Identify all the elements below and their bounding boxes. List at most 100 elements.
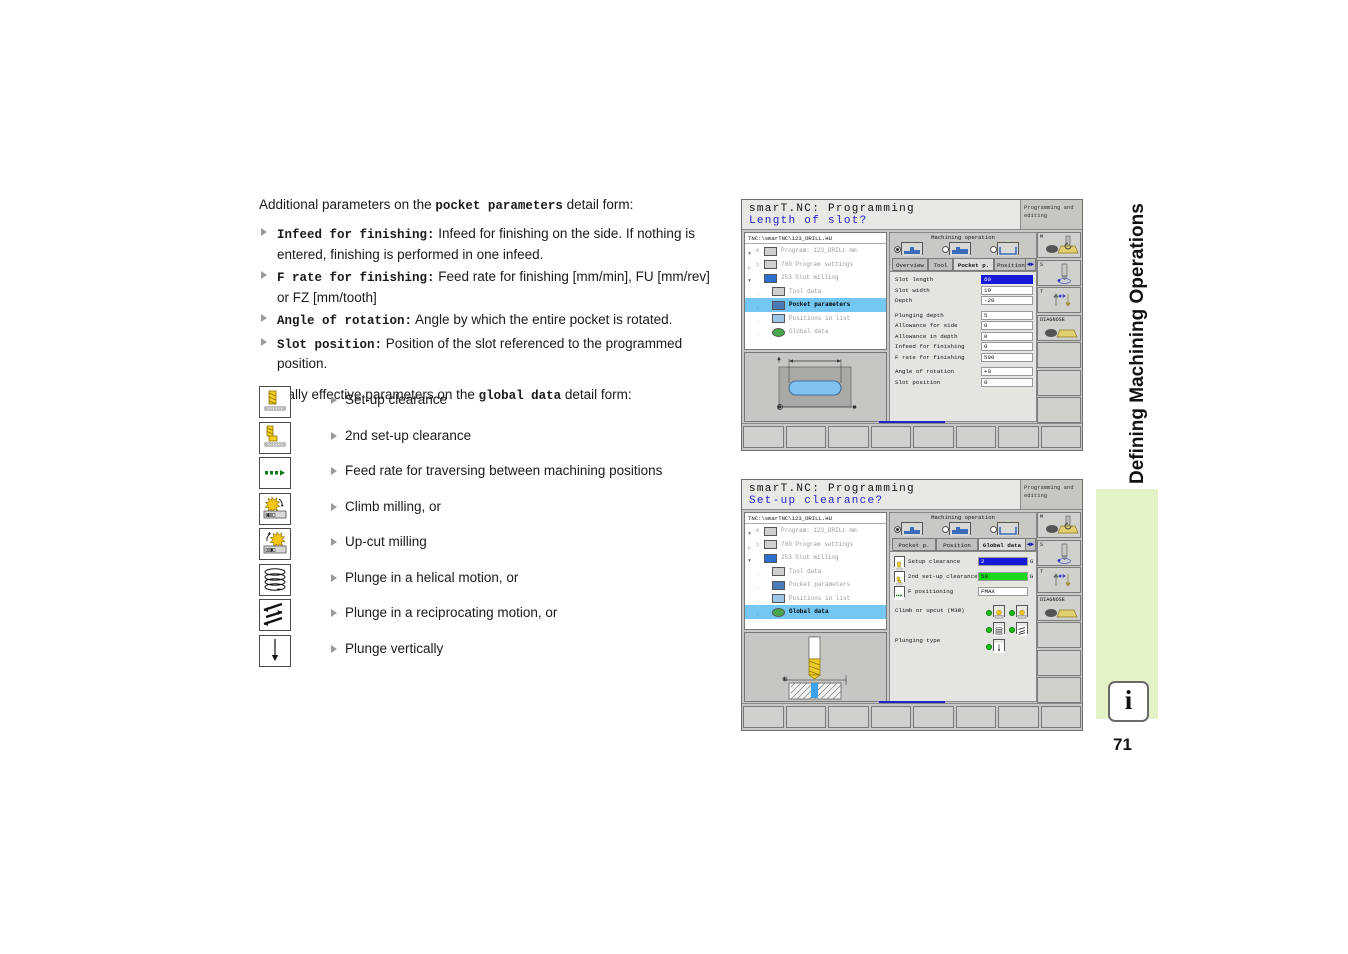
- field-value[interactable]: 50: [978, 571, 1028, 581]
- softkey-bottom-3[interactable]: [828, 706, 869, 728]
- field-value[interactable]: 0: [981, 331, 1033, 341]
- tab-global-data[interactable]: Global data: [978, 538, 1026, 551]
- softkey-t[interactable]: T: [1037, 287, 1081, 313]
- softkey-bottom-6[interactable]: [955, 706, 996, 728]
- field-slot-width[interactable]: Slot width 10: [892, 285, 1034, 297]
- radio-roughing[interactable]: [894, 246, 901, 253]
- radio-finishing[interactable]: [990, 246, 997, 253]
- field-allowance-for-side[interactable]: Allowance for side 0: [892, 321, 1034, 332]
- softkey-empty-1[interactable]: [1037, 622, 1081, 648]
- tab-scroll-arrows-icon[interactable]: ◄►: [1025, 538, 1036, 551]
- radio-helical-plunge[interactable]: [986, 627, 992, 633]
- radio-roughing-finishing[interactable]: [942, 526, 949, 533]
- field-f-rate-for-finishing[interactable]: F rate for finishing 500: [892, 352, 1034, 364]
- field-value[interactable]: 0: [981, 321, 1033, 330]
- softkey-bottom-2[interactable]: [785, 706, 826, 728]
- softkey-bottom-5[interactable]: [913, 706, 954, 728]
- tree-row-pocket-parameters[interactable]: · Pocket parameters: [745, 298, 886, 312]
- tree-row-tool-data[interactable]: · Tool data: [745, 565, 886, 579]
- tab-overview[interactable]: Overview: [892, 258, 928, 271]
- field-slot-position[interactable]: Slot position 0: [892, 377, 1034, 389]
- tab-scroll-arrows-icon[interactable]: ◄►: [1025, 258, 1036, 271]
- softkey-empty-2[interactable]: [1037, 369, 1081, 396]
- softkey-s[interactable]: S: [1037, 259, 1081, 286]
- softkey-empty-3[interactable]: [1037, 397, 1081, 423]
- tree-row-slot-milling[interactable]: ▼ 253 Slot milling: [745, 551, 886, 565]
- softkey-bottom-2[interactable]: [785, 426, 826, 448]
- field-value[interactable]: 5: [981, 310, 1033, 320]
- softkey-bottom-4[interactable]: [870, 706, 911, 728]
- softkey-diagnose[interactable]: DIAGNOSE: [1037, 314, 1081, 341]
- softkey-bottom-5[interactable]: [913, 426, 954, 448]
- field-plunging-depth[interactable]: Plunging depth 5: [892, 310, 1034, 322]
- tree-row-slot-milling[interactable]: ▼ 253 Slot milling: [745, 271, 886, 285]
- softkey-m[interactable]: M: [1037, 512, 1081, 538]
- plunging-type-options-row2[interactable]: [986, 639, 1034, 653]
- tree-row-program[interactable]: ▼ 0 Program: 123_DRILL mm: [745, 244, 886, 258]
- radio-vertical-plunge[interactable]: [986, 644, 992, 650]
- field-value[interactable]: 2: [978, 556, 1028, 566]
- softkey-bottom-8[interactable]: [1040, 706, 1081, 728]
- tree-row-program-settings[interactable]: ▷ 1 700 Program settings: [745, 538, 886, 552]
- machining-operation-selector[interactable]: Machining operation: [889, 232, 1037, 258]
- tree-row-program-settings[interactable]: ▷ 1 700 Program settings: [745, 258, 886, 272]
- tab-tool[interactable]: Tool: [928, 258, 953, 271]
- radio-climb-milling[interactable]: [986, 610, 992, 616]
- tab-pocket-parameters[interactable]: Pocket p.: [953, 258, 994, 271]
- detail-form-tabs[interactable]: Pocket p. Position Global data ◄►: [889, 538, 1037, 551]
- radio-roughing[interactable]: [894, 526, 901, 533]
- upcut-milling-icon[interactable]: [1016, 605, 1028, 619]
- tree-row-global-data[interactable]: · Global data: [745, 325, 886, 339]
- tree-row-positions-in-list[interactable]: · Positions in list: [745, 312, 886, 326]
- tab-pocket-parameters[interactable]: Pocket p.: [892, 538, 936, 551]
- softkey-bottom-3[interactable]: [828, 426, 869, 448]
- machining-option-1[interactable]: [894, 522, 926, 536]
- softkey-empty-1[interactable]: [1037, 342, 1081, 368]
- field-depth[interactable]: Depth -20: [892, 296, 1034, 307]
- radio-upcut-milling[interactable]: [1009, 610, 1015, 616]
- machining-option-2[interactable]: [942, 242, 974, 256]
- field-slot-length[interactable]: Slot length 60: [892, 275, 1034, 286]
- tree-row-pocket-parameters[interactable]: · Pocket parameters: [745, 578, 886, 592]
- field-value[interactable]: 500: [981, 352, 1033, 362]
- field-angle-of-rotation[interactable]: Angle of rotation +0: [892, 367, 1034, 378]
- reciprocating-plunge-icon[interactable]: [1016, 622, 1028, 636]
- field-value[interactable]: +0: [981, 367, 1033, 376]
- program-tree[interactable]: TNC:\smarTNC\123_DRILL.HU ▼ 0 Program: 123…: [744, 512, 887, 630]
- field-value[interactable]: FMAX: [978, 586, 1028, 596]
- field-value[interactable]: 10: [981, 285, 1033, 295]
- field-allowance-in-depth[interactable]: Allowance in depth 0: [892, 331, 1034, 343]
- field-value[interactable]: 0: [981, 342, 1033, 351]
- field-2nd-setup-clearance[interactable]: 2nd set-up clearance 50 G: [892, 570, 1034, 585]
- field-value[interactable]: 0: [981, 377, 1033, 387]
- softkey-empty-3[interactable]: [1037, 677, 1081, 703]
- tree-row-program[interactable]: ▼ 0 Program: 123_DRILL mm: [745, 524, 886, 538]
- radio-roughing-finishing[interactable]: [942, 246, 949, 253]
- vertical-plunge-icon[interactable]: [993, 639, 1005, 653]
- plunging-type-options-row1[interactable]: [986, 622, 1034, 636]
- tab-position[interactable]: Position: [936, 538, 978, 551]
- field-setup-clearance[interactable]: Setup clearance 2 G: [892, 555, 1034, 570]
- tree-row-positions-in-list[interactable]: · Positions in list: [745, 592, 886, 606]
- tree-row-global-data[interactable]: · Global data: [745, 605, 886, 619]
- softkey-bottom-7[interactable]: [998, 426, 1039, 448]
- softkey-diagnose[interactable]: DIAGNOSE: [1037, 594, 1081, 621]
- tree-row-tool-data[interactable]: · Tool data: [745, 285, 886, 299]
- softkey-bottom-1[interactable]: [743, 426, 784, 448]
- climb-milling-icon[interactable]: [993, 605, 1005, 619]
- machining-operation-selector[interactable]: Machining operation: [889, 512, 1037, 538]
- softkey-bottom-8[interactable]: [1040, 426, 1081, 448]
- field-infeed-for-finishing[interactable]: Infeed for finishing 0: [892, 342, 1034, 353]
- softkey-bottom-7[interactable]: [998, 706, 1039, 728]
- field-f-positioning[interactable]: F positioning FMAX: [892, 585, 1034, 600]
- softkey-s[interactable]: S: [1037, 539, 1081, 566]
- info-button[interactable]: i: [1108, 681, 1149, 722]
- helical-plunge-icon[interactable]: [993, 622, 1005, 636]
- program-tree[interactable]: TNC:\smarTNC\123_DRILL.HU ▼ 0 Program: 123…: [744, 232, 887, 350]
- climb-upcut-options[interactable]: [986, 605, 1034, 619]
- machining-option-3[interactable]: [990, 522, 1022, 536]
- tab-position[interactable]: Position: [994, 258, 1028, 271]
- machining-option-1[interactable]: [894, 242, 926, 256]
- radio-reciprocating-plunge[interactable]: [1009, 627, 1015, 633]
- softkey-bottom-1[interactable]: [743, 706, 784, 728]
